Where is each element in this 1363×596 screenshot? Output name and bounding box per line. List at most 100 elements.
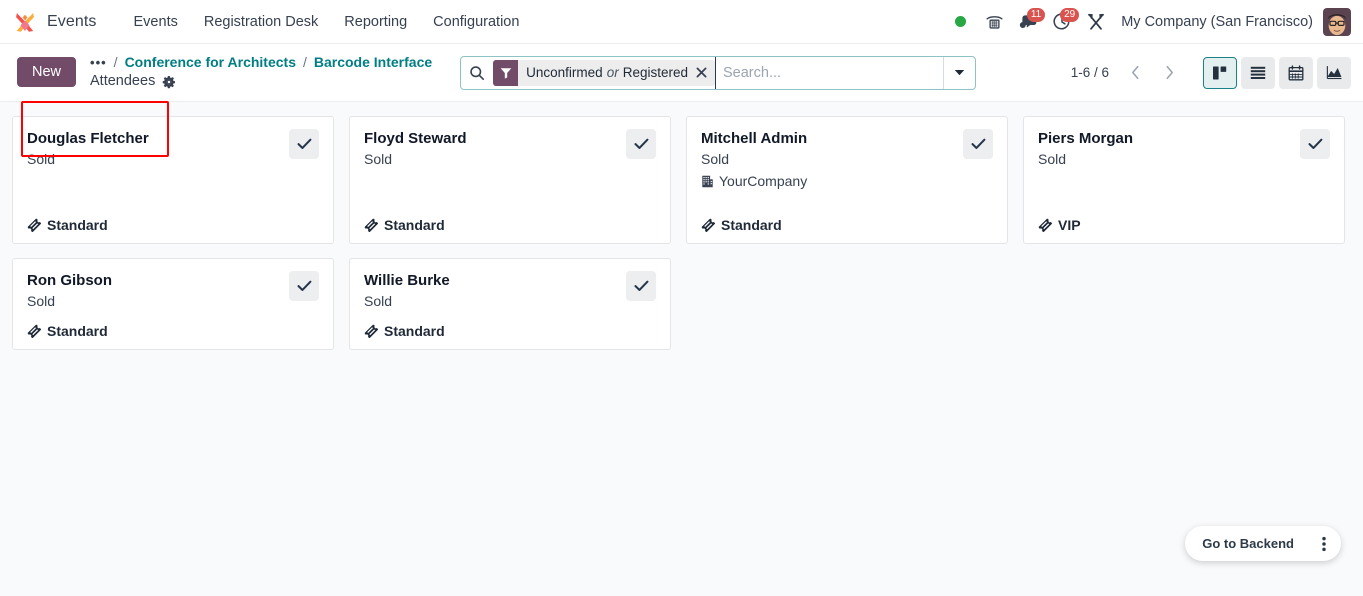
card-info: Ron Gibson Sold [27,271,112,312]
card-info: Mitchell Admin Sold YourCompany [701,129,807,191]
graph-view-icon [1326,66,1341,80]
facet-remove-close-x-icon[interactable] [696,60,715,86]
building-icon [702,175,713,188]
wrench-tools-icon [1088,13,1105,30]
kanban-card[interactable]: Floyd Steward Sold Standard [349,116,671,244]
tools-button[interactable] [1079,6,1113,38]
main-menu: Events Registration Desk Reporting Confi… [121,8,533,36]
attendee-state: Sold [27,293,56,310]
avatar-image [1323,7,1351,36]
kanban-view-icon [1213,66,1227,79]
search-dropdown-toggle[interactable] [943,56,975,89]
ticket-type: Standard [47,323,108,339]
attendee-state: Sold [27,151,56,168]
calendar-view-icon [1288,64,1304,80]
breadcrumb-link-barcode-interface[interactable]: Barcode Interface [314,53,432,72]
view-button-graph[interactable] [1317,56,1351,89]
menu-item-events[interactable]: Events [121,8,191,36]
confirm-attendance-button[interactable] [289,271,319,301]
breadcrumb-link-conference[interactable]: Conference for Architects [125,53,296,72]
card-info: Piers Morgan Sold [1038,129,1133,170]
kanban-card[interactable]: Piers Morgan Sold VIP [1023,116,1345,244]
chevron-right-icon [1165,65,1173,80]
attendee-state: Sold [364,151,393,168]
kanban-card[interactable]: Douglas Fletcher Sold Standard [12,116,334,244]
check-icon [1307,138,1322,149]
control-panel: New ••• / Conference for Architects / Ba… [0,44,1363,158]
menu-item-configuration[interactable]: Configuration [420,8,532,36]
ticket-icon [364,218,378,232]
card-footer: Standard [701,217,993,233]
pager-next-button[interactable] [1153,58,1185,88]
app-brand-label: Events [47,12,97,30]
voip-button[interactable] [977,6,1011,38]
messages-button[interactable]: 11 [1011,6,1046,38]
gear-icon[interactable] [162,75,176,89]
presence-status-indicator[interactable] [943,6,977,38]
list-view-icon [1250,66,1266,79]
search-view: Unconfirmed or Registered [460,55,977,90]
check-icon [970,138,985,149]
activities-button[interactable]: 29 [1045,6,1080,38]
ticket-type: VIP [1058,217,1081,233]
events-logo-icon [16,12,34,32]
control-panel-left: New ••• / Conference for Architects / Ba… [12,53,432,158]
view-button-calendar[interactable] [1279,56,1313,89]
attendee-state: Sold [1038,151,1067,168]
ticket-type: Standard [47,217,108,233]
confirm-attendance-button[interactable] [963,129,993,159]
view-button-kanban[interactable] [1203,56,1237,89]
search-icon [461,57,493,89]
breadcrumb-overflow-button[interactable]: ••• [90,54,107,72]
attendee-name: Piers Morgan [1038,130,1134,147]
breadcrumb: ••• / Conference for Architects / Barcod… [90,53,432,91]
backend-floating-toolbar: Go to Backend [1185,526,1341,561]
confirm-attendance-button[interactable] [289,129,319,159]
breadcrumb-top-row: ••• / Conference for Architects / Barcod… [90,53,432,72]
kanban-card[interactable]: Mitchell Admin Sold YourCompany Standard [686,116,1008,244]
backend-more-options-button[interactable] [1309,529,1338,558]
chevron-left-icon [1131,65,1139,80]
new-button[interactable]: New [17,57,77,88]
company-switcher[interactable]: My Company (San Francisco) [1113,14,1323,30]
confirm-attendance-button[interactable] [626,271,656,301]
facet-part-two: Registered [622,65,688,80]
menu-item-registration-desk[interactable]: Registration Desk [191,8,331,36]
attendee-name: Ron Gibson [27,272,112,289]
systray: 11 29 My Company (San Francisco) [943,6,1353,38]
facet-joiner: or [606,65,619,80]
go-to-backend-button[interactable]: Go to Backend [1188,529,1307,558]
top-navbar: Events Events Registration Desk Reportin… [0,0,1363,47]
kanban-view: Douglas Fletcher Sold Standard Floyd Ste… [0,102,1363,596]
attendee-company-label: YourCompany [719,172,808,189]
chevron-down-icon [954,70,965,76]
pager-previous-button[interactable] [1119,58,1151,88]
ticket-icon [701,218,715,232]
attendee-name: Mitchell Admin [701,130,808,147]
kanban-card[interactable]: Willie Burke Sold Standard [349,258,671,350]
view-button-list[interactable] [1241,56,1275,89]
control-panel-right: 1-6 / 6 [1071,56,1351,89]
facet-part-one: Unconfirmed [526,65,603,80]
app-brand[interactable]: Events [12,9,105,47]
green-status-dot-icon [954,16,966,27]
confirm-attendance-button[interactable] [1300,129,1330,159]
attendee-company: YourCompany [701,172,807,192]
attendee-name: Douglas Fletcher [27,130,149,147]
messages-count-badge: 11 [1026,7,1046,22]
kanban-card[interactable]: Ron Gibson Sold Standard [12,258,334,350]
card-header: Piers Morgan Sold [1038,129,1330,170]
ticket-icon [1038,218,1052,232]
vertical-ellipsis-icon [1321,536,1326,551]
phone-dialpad-icon [986,16,1003,29]
filter-funnel-icon [493,59,519,86]
breadcrumb-separator: / [113,54,118,71]
card-header: Willie Burke Sold [364,271,656,312]
menu-item-reporting[interactable]: Reporting [331,8,420,36]
search-facet[interactable]: Unconfirmed or Registered [493,59,715,86]
card-footer: Standard [27,217,319,233]
confirm-attendance-button[interactable] [626,129,656,159]
search-input[interactable] [715,56,944,89]
attendee-state: Sold [364,293,393,310]
user-avatar-icon[interactable] [1323,7,1351,36]
